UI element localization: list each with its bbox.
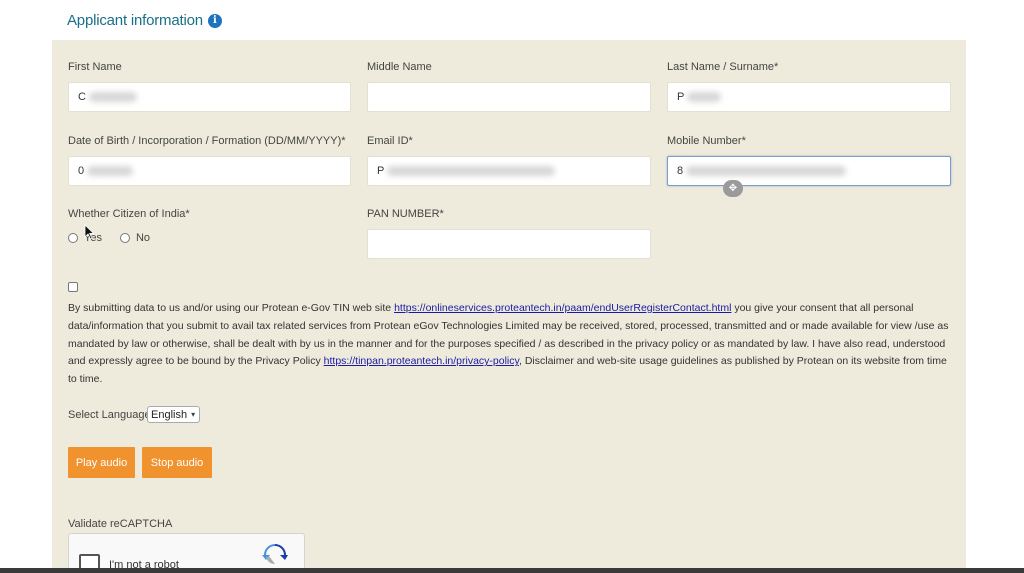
- section-header: Applicant information i: [67, 12, 222, 29]
- language-select[interactable]: English ▾: [147, 406, 200, 423]
- last-name-value: P: [677, 91, 685, 103]
- redacted-mask: [87, 166, 134, 176]
- last-name-label: Last Name / Surname*: [667, 61, 779, 73]
- dob-value: 0: [78, 165, 85, 177]
- redacted-mask: [687, 92, 722, 102]
- recaptcha-logo-icon: [262, 544, 288, 565]
- consent-checkbox[interactable]: [68, 282, 78, 292]
- consent-text: By submitting data to us and/or using ou…: [68, 300, 956, 389]
- mobile-input[interactable]: 8: [667, 156, 951, 186]
- info-icon[interactable]: i: [207, 13, 222, 28]
- recaptcha-widget: I'm not a robot: [68, 533, 305, 573]
- middle-name-label: Middle Name: [367, 61, 432, 73]
- last-name-input[interactable]: P: [667, 82, 951, 112]
- captcha-label: Validate reCAPTCHA: [68, 518, 173, 530]
- citizen-label: Whether Citizen of India*: [68, 208, 190, 220]
- stop-audio-button[interactable]: Stop audio: [142, 447, 212, 478]
- citizen-yes-radio[interactable]: [68, 233, 78, 243]
- redacted-mask: [686, 166, 847, 176]
- play-audio-button[interactable]: Play audio: [68, 447, 135, 478]
- citizen-radio-group: Yes No: [68, 232, 150, 244]
- pan-label: PAN NUMBER*: [367, 208, 444, 220]
- pan-input[interactable]: [367, 229, 651, 259]
- section-title: Applicant information: [67, 12, 203, 29]
- middle-name-input[interactable]: [367, 82, 651, 112]
- redacted-mask: [387, 166, 556, 176]
- mobile-value: 8: [677, 165, 684, 177]
- redacted-mask: [88, 92, 137, 102]
- dob-label: Date of Birth / Incorporation / Formatio…: [68, 135, 346, 147]
- bottom-edge-bar: [0, 568, 1024, 573]
- language-selected: English: [151, 408, 188, 421]
- register-contact-link[interactable]: https://onlineservices.proteantech.in/pa…: [394, 302, 731, 314]
- consent-text-part-1: By submitting data to us and/or using ou…: [68, 302, 395, 314]
- first-name-value: C: [78, 91, 86, 103]
- mouse-cursor-icon: [84, 224, 94, 240]
- email-input[interactable]: P: [367, 156, 651, 186]
- language-label: Select Language: [68, 409, 151, 421]
- citizen-no-radio[interactable]: [119, 233, 130, 243]
- email-label: Email ID*: [367, 135, 413, 147]
- chevron-down-icon: ▾: [191, 410, 196, 419]
- citizen-no-label[interactable]: No: [136, 232, 150, 244]
- dob-input[interactable]: 0: [68, 156, 351, 186]
- mobile-label: Mobile Number*: [667, 135, 746, 147]
- privacy-policy-link[interactable]: https://tinpan.proteantech.in/privacy-po…: [324, 355, 519, 367]
- first-name-label: First Name: [68, 61, 122, 73]
- email-value: P: [377, 165, 385, 177]
- first-name-input[interactable]: C: [68, 82, 351, 112]
- drag-handle-icon[interactable]: ✥: [723, 180, 743, 197]
